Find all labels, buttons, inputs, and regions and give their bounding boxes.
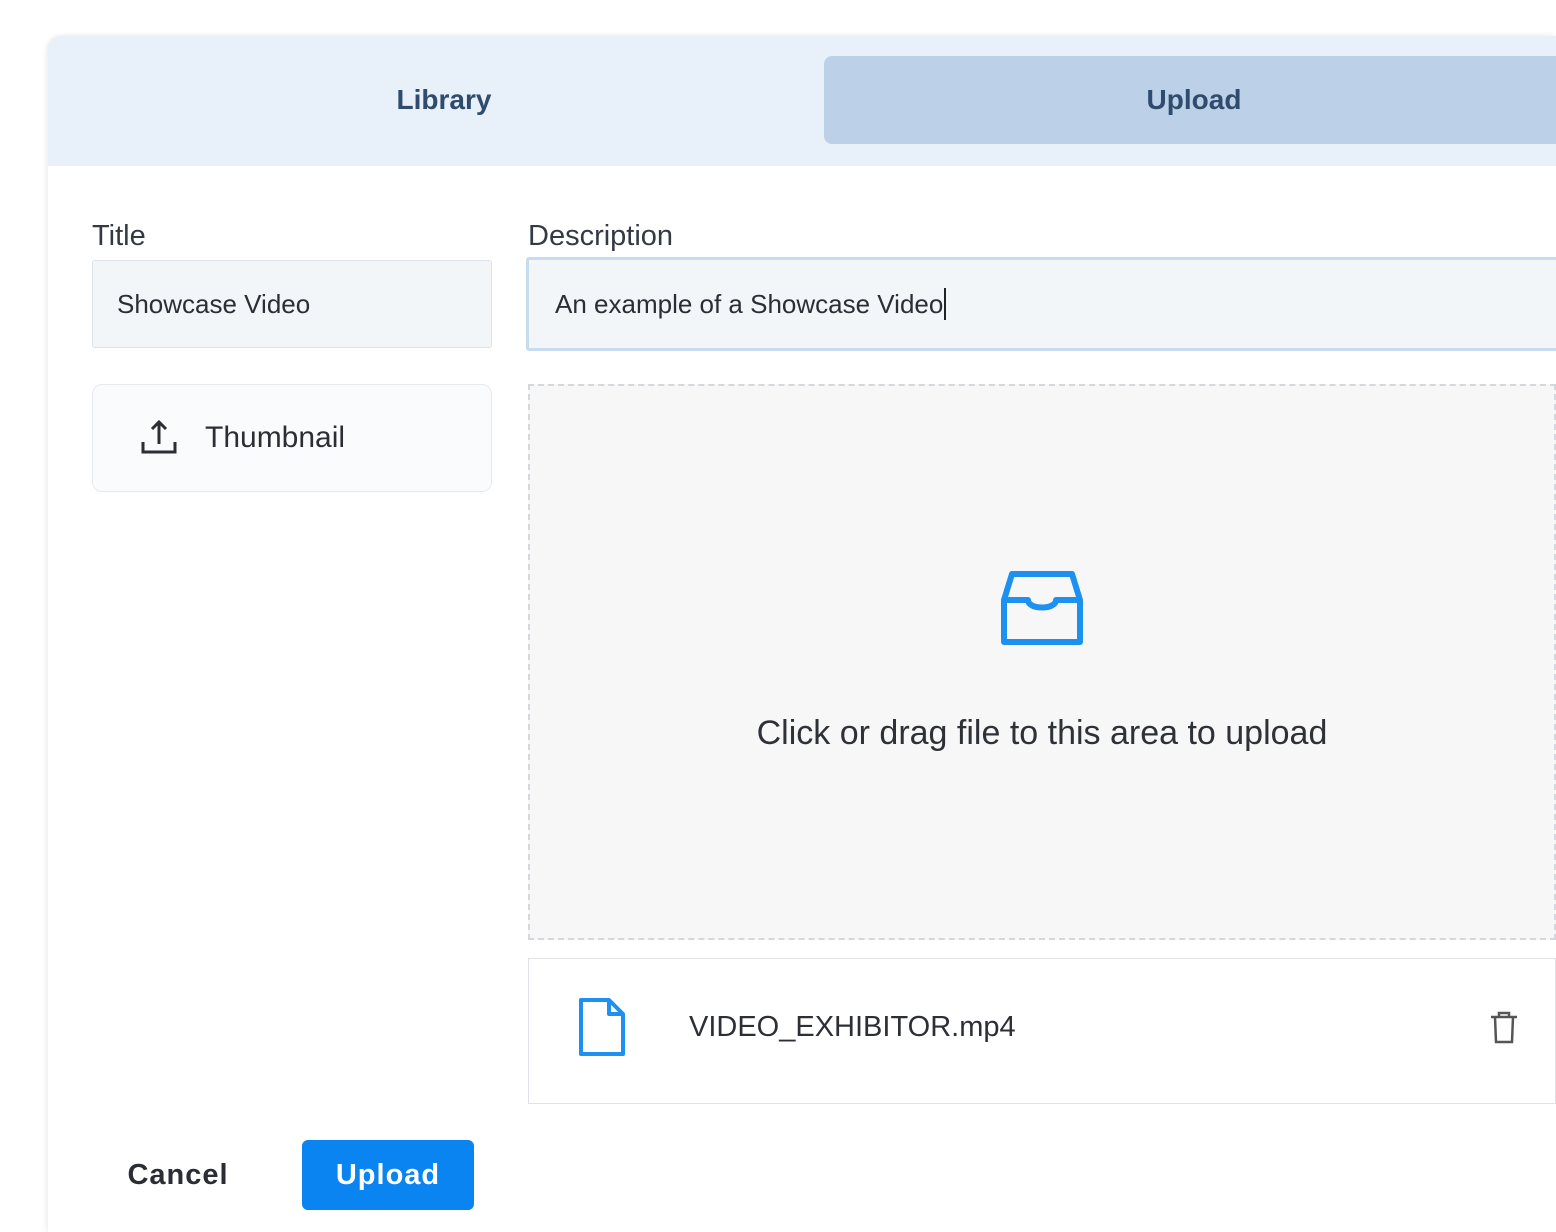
text-caret <box>944 288 947 320</box>
description-input[interactable]: An example of a Showcase Video <box>526 257 1556 351</box>
title-input[interactable]: Showcase Video <box>92 260 492 348</box>
file-icon <box>579 998 625 1056</box>
file-list-item: VIDEO_EXHIBITOR.mp4 <box>528 958 1556 1104</box>
tab-library-label: Library <box>396 84 492 115</box>
tab-library[interactable]: Library <box>48 56 840 144</box>
file-dropzone[interactable]: Click or drag file to this area to uploa… <box>528 384 1556 940</box>
upload-button[interactable]: Upload <box>302 1140 474 1210</box>
tab-upload-label: Upload <box>1146 84 1242 115</box>
title-input-value: Showcase Video <box>117 288 311 319</box>
cancel-button[interactable]: Cancel <box>108 1140 248 1210</box>
description-input-value: An example of a Showcase Video <box>555 288 944 319</box>
thumbnail-label: Thumbnail <box>205 421 346 454</box>
upload-icon <box>141 419 177 454</box>
title-label: Title <box>92 220 146 252</box>
tab-upload[interactable]: Upload <box>824 56 1556 144</box>
tab-bar: Library Upload <box>48 36 1556 166</box>
thumbnail-upload-button[interactable]: Thumbnail <box>92 384 492 492</box>
description-label: Description <box>528 220 674 252</box>
trash-icon[interactable] <box>1489 1011 1519 1045</box>
dropzone-hint: Click or drag file to this area to uploa… <box>756 714 1328 752</box>
inbox-icon <box>1001 571 1083 645</box>
upload-modal: Library Upload Title Showcase Video Desc… <box>48 36 1556 1232</box>
file-name: VIDEO_EXHIBITOR.mp4 <box>689 1011 1016 1043</box>
